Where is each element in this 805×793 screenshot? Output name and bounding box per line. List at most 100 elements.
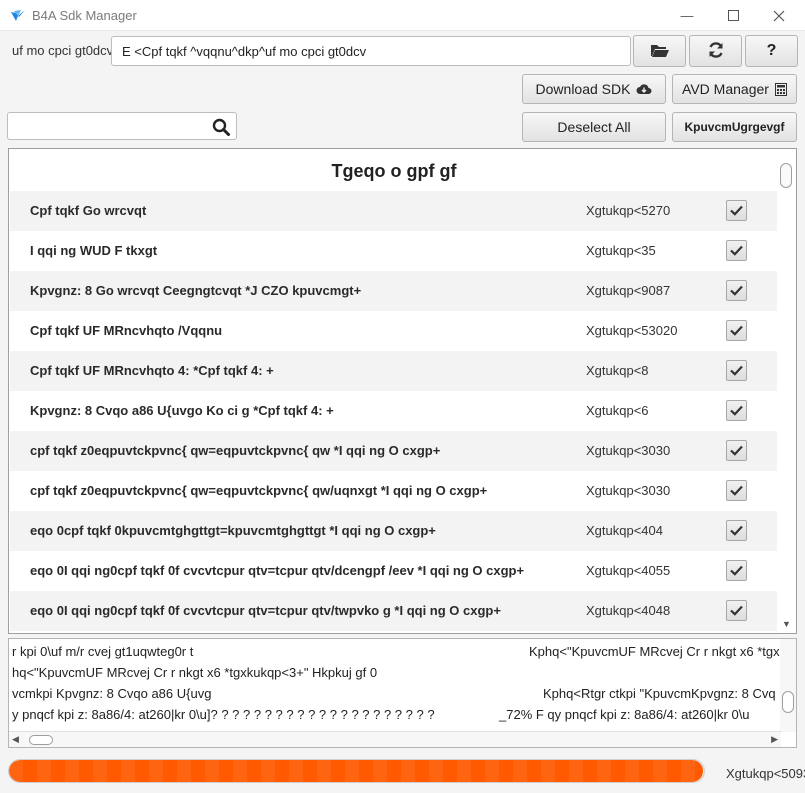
package-checkbox[interactable]: [726, 320, 747, 341]
download-progress-bar: [8, 759, 705, 783]
package-checkbox[interactable]: [726, 480, 747, 501]
avd-manager-button[interactable]: AVD Manager: [672, 74, 797, 104]
package-version: Xgtukqp<404: [586, 523, 663, 538]
checkmark-icon: [730, 403, 743, 419]
log-horizontal-scroll-thumb[interactable]: [29, 735, 53, 745]
table-row: eqo 0I qqi ng0cpf tqkf 0f cvcvtcpur qtv=…: [10, 551, 777, 591]
log-line: _72% F qy pnqcf kpi z: 8a86/4: at260|kr …: [499, 707, 750, 722]
sdkmanager-path-input[interactable]: [111, 36, 631, 66]
log-vertical-scrollbar[interactable]: [780, 639, 796, 732]
package-version: Xgtukqp<5270: [586, 203, 671, 218]
package-version: Xgtukqp<3030: [586, 443, 671, 458]
package-name: I qqi ng WUD F tkxgt: [30, 243, 158, 258]
deselect-all-button[interactable]: Deselect All: [522, 112, 666, 142]
download-sdk-button[interactable]: Download SDK: [522, 74, 666, 104]
package-name: Kpvgnz: 8 Go wrcvqt Ceegngtcvqt *J CZO k…: [30, 283, 362, 298]
package-checkbox[interactable]: [726, 560, 747, 581]
packages-scroll-thumb[interactable]: [780, 163, 792, 188]
packages-title: Tgeqo o gpf gf: [331, 161, 457, 181]
sdkmanager-path-label: uf mo cpci gt0dcv<: [12, 43, 121, 58]
table-row: eqo 0cpf tqkf 0kpuvcmtghgttgt=kpuvcmtghg…: [10, 511, 777, 551]
package-version: Xgtukqp<4055: [586, 563, 671, 578]
scroll-down-arrow-icon[interactable]: ▼: [782, 619, 791, 629]
package-version: Xgtukqp<9087: [586, 283, 671, 298]
b4a-logo-icon: [10, 8, 26, 24]
package-checkbox[interactable]: [726, 400, 747, 421]
package-name: cpf tqkf z0eqpuvtckpvnc{ qw=eqpuvtckpvnc…: [30, 443, 441, 458]
package-name: Cpf tqkf Go wrcvqt: [30, 203, 147, 218]
checkmark-icon: [730, 483, 743, 499]
table-row: eqo 0I qqi ng0cpf tqkf 0f cvcvtcpur qtv=…: [10, 591, 777, 631]
close-button[interactable]: [756, 0, 802, 31]
package-checkbox[interactable]: [726, 200, 747, 221]
table-row: Cpf tqkf Go wrcvqt Xgtukqp<5270: [10, 191, 777, 231]
minimize-button[interactable]: —: [664, 0, 710, 31]
log-output[interactable]: r kpi 0\uf m/r cvej gt1uqwteg0r t Kphq<"…: [8, 638, 797, 748]
checkmark-icon: [730, 323, 743, 339]
log-vertical-scroll-thumb[interactable]: [782, 691, 794, 713]
calculator-icon: [774, 82, 787, 96]
package-version: Xgtukqp<35: [586, 243, 656, 258]
title-bar: B4A Sdk Manager —: [0, 0, 805, 31]
search-icon[interactable]: [212, 118, 230, 139]
help-button[interactable]: ?: [745, 35, 798, 67]
table-row: cpf tqkf z0eqpuvtckpvnc{ qw=eqpuvtckpvnc…: [10, 471, 777, 511]
package-version: Xgtukqp<6: [586, 403, 649, 418]
log-line: y pnqcf kpi z: 8a86/4: at260|kr 0\u]? ? …: [12, 707, 435, 722]
package-name: Kpvgnz: 8 Cvqo a86 U{uvgo Ko ci g *Cpf t…: [30, 403, 334, 418]
package-checkbox[interactable]: [726, 440, 747, 461]
table-row: cpf tqkf z0eqpuvtckpvnc{ qw=eqpuvtckpvnc…: [10, 431, 777, 471]
download-sdk-label: Download SDK: [535, 81, 631, 97]
log-line: r kpi 0\uf m/r cvej gt1uqwteg0r t: [12, 644, 194, 659]
package-checkbox[interactable]: [726, 600, 747, 621]
checkmark-icon: [730, 203, 743, 219]
log-line: hq<"KpuvcmUF MRcvej Cr r nkgt x6 *tgxkuk…: [12, 665, 378, 680]
install-selected-label: KpuvcmUgrgevgf: [684, 120, 785, 134]
log-line: vcmkpi Kpvgnz: 8 Cvqo a86 U{uvg: [12, 686, 212, 701]
packages-panel: Tgeqo o gpf gf Cpf tqkf Go wrcvqt Xgtukqp…: [8, 148, 797, 634]
packages-scrollbar[interactable]: ▼: [778, 151, 794, 631]
search-input[interactable]: [7, 112, 237, 140]
folder-open-icon: [650, 42, 670, 61]
cloud-download-icon: [636, 83, 652, 95]
checkmark-icon: [730, 283, 743, 299]
scroll-right-arrow-icon[interactable]: ▶: [771, 734, 778, 745]
install-selected-button[interactable]: KpuvcmUgrgevgf: [672, 112, 797, 142]
log-line: Kphq<Rtgr ctkpi "KpuvcmKpvgnz: 8 Cvq: [543, 686, 776, 701]
package-version: Xgtukqp<53020: [586, 323, 678, 338]
package-checkbox[interactable]: [726, 280, 747, 301]
package-checkbox[interactable]: [726, 520, 747, 541]
window-title: B4A Sdk Manager: [32, 8, 137, 23]
download-progress-fill: [9, 760, 703, 782]
minimize-icon: —: [680, 8, 694, 23]
package-checkbox[interactable]: [726, 240, 747, 261]
package-name: eqo 0I qqi ng0cpf tqkf 0f cvcvtcpur qtv=…: [30, 603, 501, 618]
close-icon: [773, 10, 785, 22]
refresh-button[interactable]: [689, 35, 742, 67]
checkmark-icon: [730, 443, 743, 459]
maximize-icon: [727, 10, 739, 21]
package-version: Xgtukqp<3030: [586, 483, 671, 498]
package-version: Xgtukqp<8: [586, 363, 649, 378]
help-label: ?: [766, 42, 777, 59]
checkmark-icon: [730, 363, 743, 379]
table-row: Cpf tqkf UF MRncvhqto /Vqqnu Xgtukqp<5302…: [10, 311, 777, 351]
packages-list: Cpf tqkf Go wrcvqt Xgtukqp<5270 I qqi ng …: [10, 191, 777, 631]
maximize-button[interactable]: [710, 0, 756, 31]
log-line: Kphq<"KpuvcmUF MRcvej Cr r nkgt x6 *tgx: [529, 644, 780, 659]
table-row: I qqi ng WUD F tkxgt Xgtukqp<35: [10, 231, 777, 271]
scroll-left-arrow-icon[interactable]: ◀: [12, 734, 19, 745]
table-row: Kpvgnz: 8 Go wrcvqt Ceegngtcvqt *J CZO k…: [10, 271, 777, 311]
package-name: cpf tqkf z0eqpuvtckpvnc{ qw=eqpuvtckpvnc…: [30, 483, 488, 498]
package-checkbox[interactable]: [726, 360, 747, 381]
table-row: Kpvgnz: 8 Cvqo a86 U{uvgo Ko ci g *Cpf t…: [10, 391, 777, 431]
checkmark-icon: [730, 563, 743, 579]
checkmark-icon: [730, 603, 743, 619]
package-name: Cpf tqkf UF MRncvhqto 4: *Cpf tqkf 4: +: [30, 363, 274, 378]
package-name: Cpf tqkf UF MRncvhqto /Vqqnu: [30, 323, 223, 338]
log-horizontal-scrollbar[interactable]: ◀ ▶: [9, 731, 781, 747]
open-folder-button[interactable]: [633, 35, 686, 67]
package-name: eqo 0I qqi ng0cpf tqkf 0f cvcvtcpur qtv=…: [30, 563, 525, 578]
deselect-all-label: Deselect All: [557, 119, 631, 135]
checkmark-icon: [730, 523, 743, 539]
